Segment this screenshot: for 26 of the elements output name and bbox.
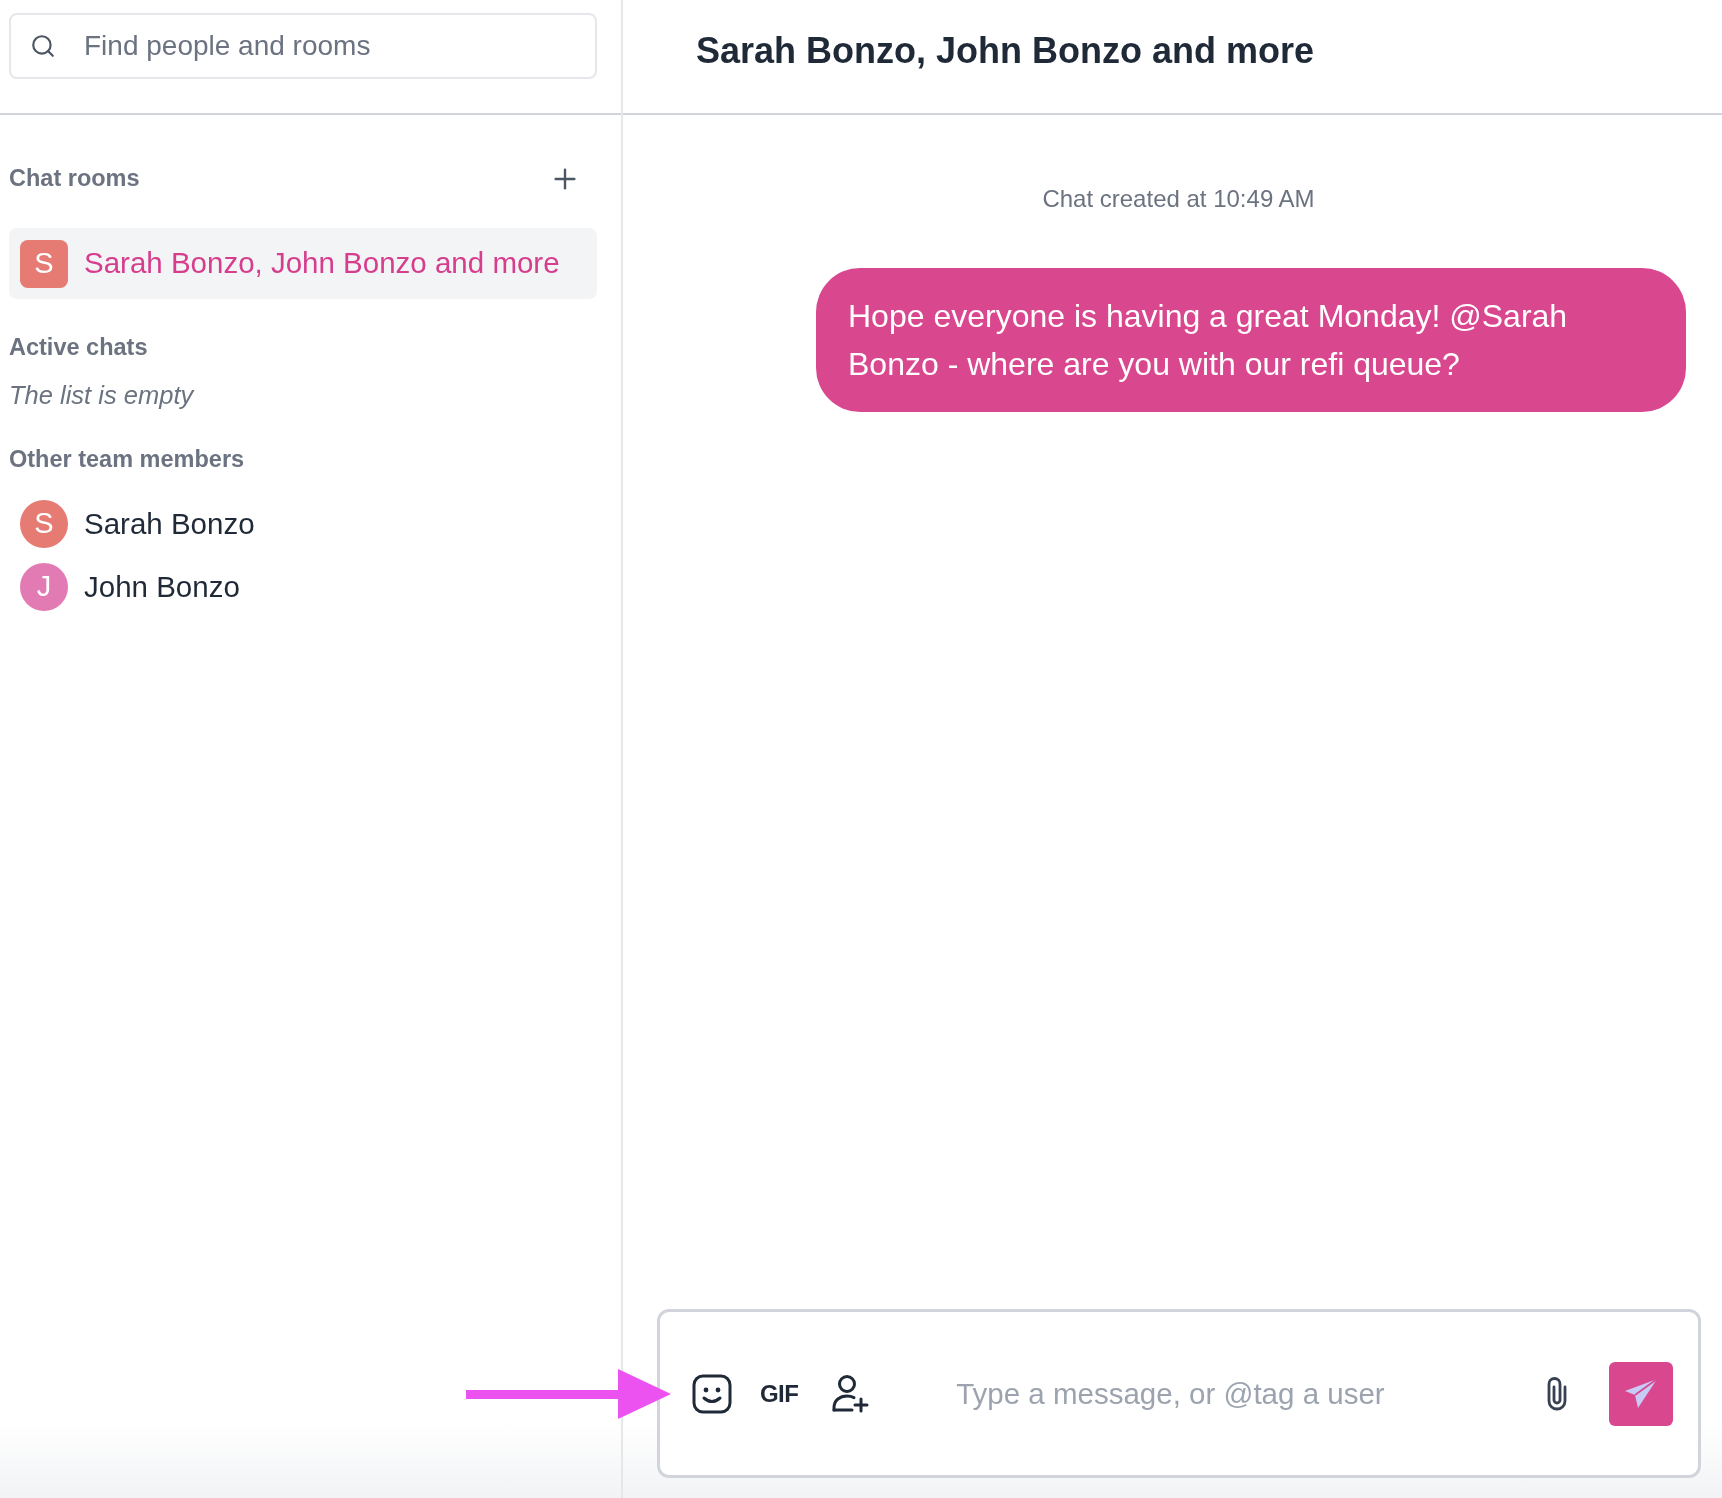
emoji-button[interactable] [692,1373,732,1414]
section-heading: Chat rooms [9,164,140,194]
message-input[interactable]: Type a message, or @tag a user [956,1369,1526,1418]
chat-room-item[interactable]: S Sarah Bonzo, John Bonzo and more [9,228,597,299]
room-name: Sarah Bonzo, John Bonzo and more [84,245,560,282]
add-user-icon [830,1373,871,1414]
avatar: S [20,239,68,288]
empty-list-text: The list is empty [9,380,194,411]
section-heading: Other team members [9,445,245,474]
search-icon [30,33,56,59]
avatar: J [20,563,68,611]
add-user-button[interactable] [830,1373,871,1414]
search-field[interactable]: Find people and rooms [9,13,597,79]
send-button[interactable] [1609,1361,1673,1426]
team-member-item[interactable]: J John Bonzo [9,559,597,615]
member-name: John Bonzo [84,568,240,605]
team-member-item[interactable]: S Sarah Bonzo [9,496,597,552]
message-bubble: Hope everyone is having a great Monday! @Sarah Bonzo - where are you with our refi queue? [816,268,1686,412]
gif-button[interactable]: GIF [760,1379,799,1408]
conversation-title: Sarah Bonzo, John Bonzo and more [696,29,1315,73]
paper-plane-icon [1624,1377,1658,1410]
chat-created-notice: Chat created at 10:49 AM [1041,187,1315,211]
section-heading: Active chats [9,333,148,362]
avatar: S [20,500,68,548]
smiley-face-icon [692,1373,732,1414]
member-name: Sarah Bonzo [84,505,255,542]
